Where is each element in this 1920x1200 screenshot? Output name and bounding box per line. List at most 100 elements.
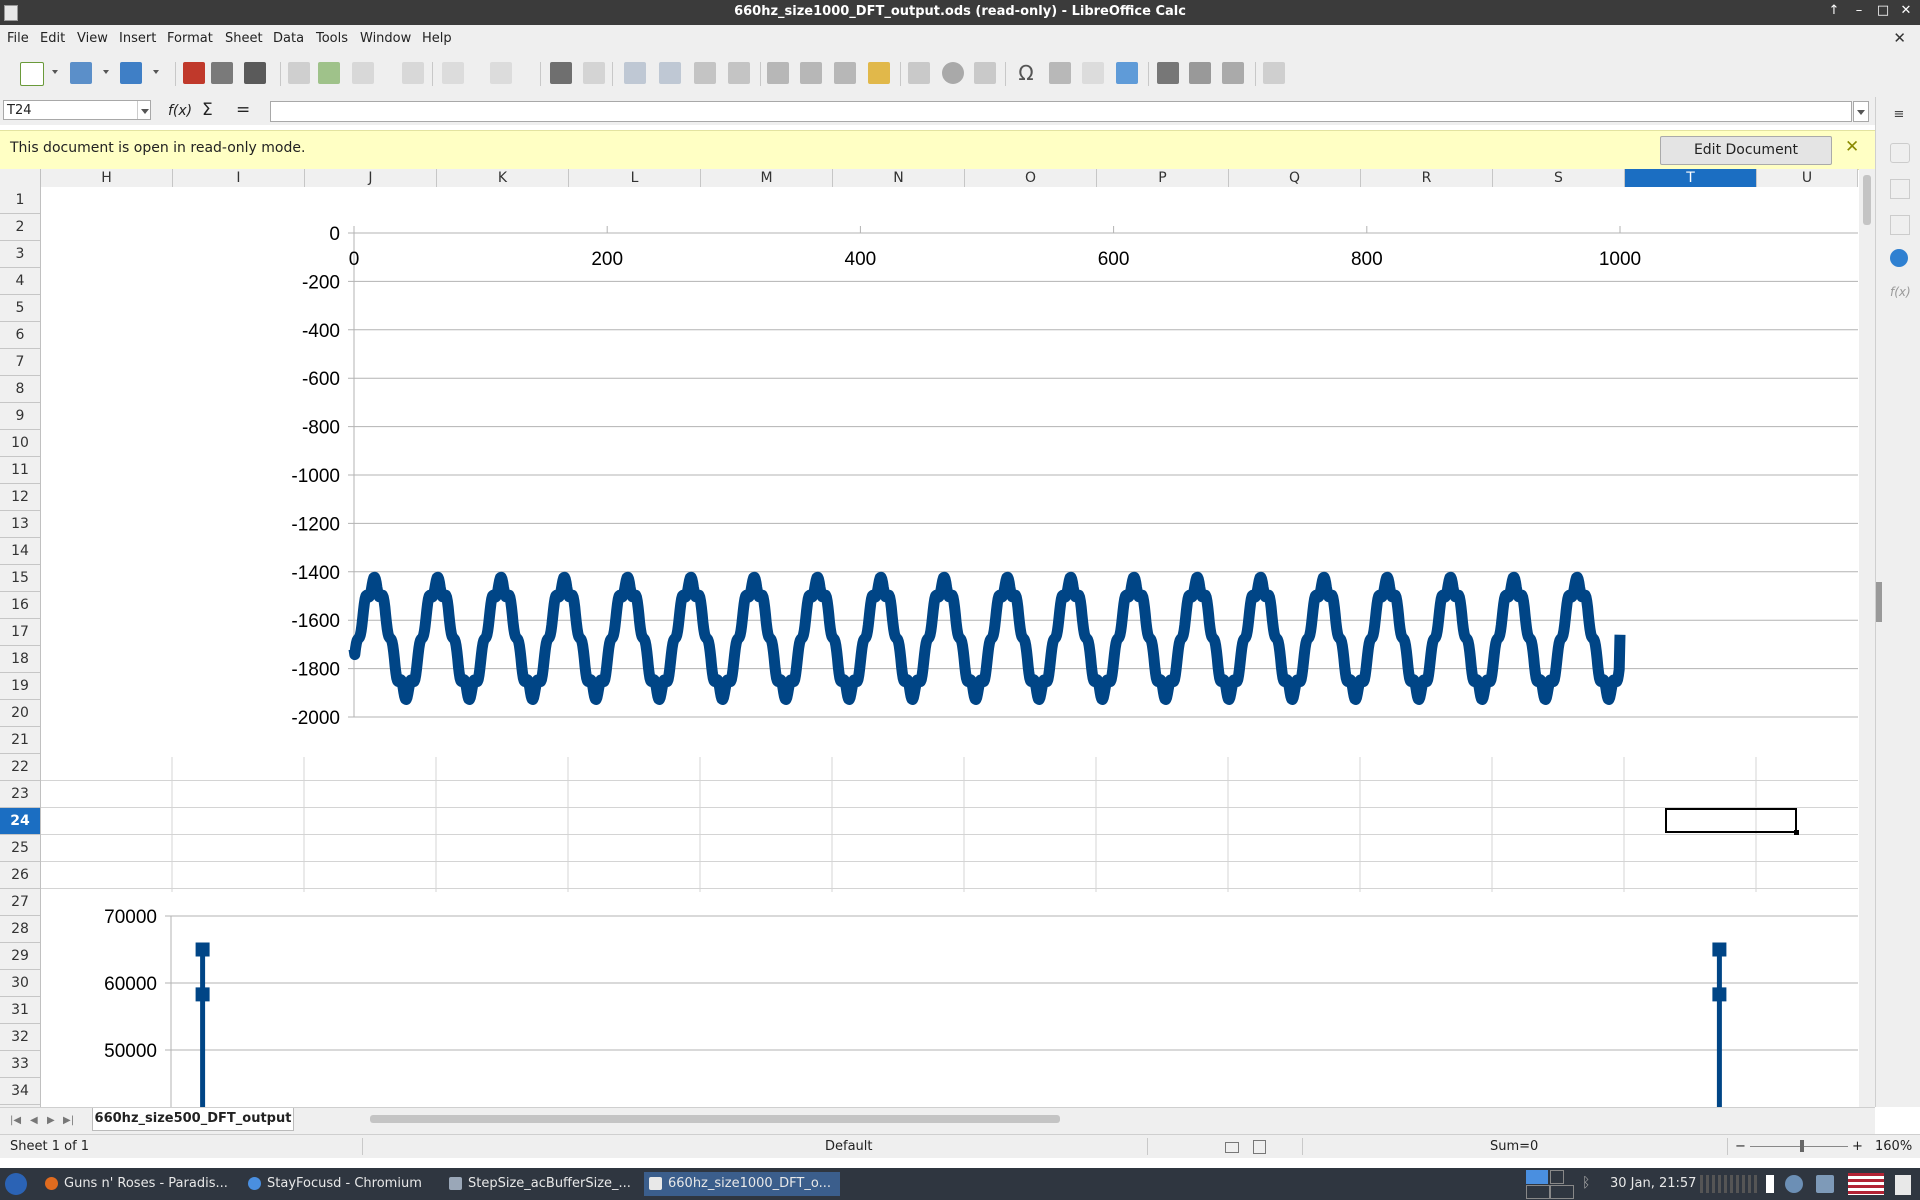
name-box[interactable]: T24 [3, 100, 151, 120]
row-header[interactable]: 11 [0, 457, 40, 484]
save-dropdown-icon[interactable] [153, 70, 159, 74]
select-all-corner[interactable] [0, 169, 41, 187]
properties-icon[interactable] [1890, 143, 1910, 163]
row-header[interactable]: 5 [0, 295, 40, 322]
row-header[interactable]: 18 [0, 646, 40, 673]
waveform-chart[interactable]: 0 -200 -400 -600 -800 -1000 -1200 -1400 -1600 -18… [41, 187, 1858, 772]
workspace-1-icon[interactable] [1526, 1170, 1548, 1184]
column-header-selected[interactable]: T [1625, 169, 1757, 187]
menu-view[interactable]: View [77, 31, 108, 46]
menu-edit[interactable]: Edit [40, 31, 65, 46]
clone-formatting-icon[interactable] [402, 62, 424, 84]
row-header[interactable]: 14 [0, 538, 40, 565]
column-header[interactable]: R [1361, 169, 1493, 187]
row-header[interactable]: 25 [0, 835, 40, 862]
horizontal-scroll-thumb[interactable] [370, 1115, 1060, 1123]
clock[interactable]: 30 Jan, 21:57 [1610, 1176, 1696, 1191]
row-header[interactable]: 20 [0, 700, 40, 727]
menu-data[interactable]: Data [273, 31, 304, 46]
keyboard-layout-flag-icon[interactable] [1848, 1173, 1884, 1195]
workspace-3-icon[interactable] [1526, 1185, 1550, 1199]
row-header[interactable]: 33 [0, 1051, 40, 1078]
menu-window[interactable]: Window [360, 31, 411, 46]
column-header[interactable]: Q [1229, 169, 1361, 187]
row-header[interactable]: 32 [0, 1024, 40, 1051]
undo-icon[interactable] [442, 62, 464, 84]
volume-icon[interactable] [1766, 1175, 1774, 1193]
sum-icon[interactable]: Σ [202, 100, 213, 120]
formula-equals-icon[interactable]: = [236, 100, 250, 120]
autofilter-icon[interactable] [868, 62, 890, 84]
sort-ascending-icon[interactable] [800, 62, 822, 84]
row-header[interactable]: 27 [0, 889, 40, 916]
headers-footers-icon[interactable] [1116, 62, 1138, 84]
gallery-icon[interactable] [1890, 215, 1910, 235]
zoom-slider-knob[interactable] [1800, 1140, 1804, 1152]
zoom-out-icon[interactable]: − [1735, 1139, 1746, 1154]
row-header[interactable]: 13 [0, 511, 40, 538]
row-header[interactable]: 31 [0, 997, 40, 1024]
taskbar-task-chromium[interactable]: StayFocusd - Chromium [243, 1172, 433, 1196]
sidebar-collapse-handle[interactable] [1876, 582, 1882, 622]
previous-sheet-icon[interactable]: ◀ [30, 1115, 38, 1126]
row-header[interactable]: 23 [0, 781, 40, 808]
column-header[interactable]: H [41, 169, 173, 187]
save-icon[interactable] [120, 62, 142, 84]
find-replace-icon[interactable] [550, 62, 572, 84]
hyperlink-icon[interactable] [1049, 62, 1071, 84]
freeze-rows-columns-icon[interactable] [1189, 62, 1211, 84]
open-folder-icon[interactable] [70, 62, 92, 84]
comment-icon[interactable] [1082, 62, 1104, 84]
column-header[interactable]: N [833, 169, 965, 187]
column-header[interactable]: U [1757, 169, 1858, 187]
row-header[interactable]: 29 [0, 943, 40, 970]
spelling-icon[interactable] [583, 62, 605, 84]
next-sheet-icon[interactable]: ▶ [47, 1115, 55, 1126]
styles-icon[interactable] [1890, 179, 1910, 199]
row-header[interactable]: 28 [0, 916, 40, 943]
new-dropdown-icon[interactable] [52, 70, 58, 74]
column-header[interactable]: L [569, 169, 701, 187]
taskbar-task-firefox[interactable]: Guns n' Roses - Paradis... [40, 1172, 240, 1196]
zoom-in-icon[interactable]: + [1852, 1139, 1863, 1154]
dft-magnitude-chart[interactable]: 70000600005000040000 [41, 892, 1858, 1107]
navigator-icon[interactable] [1890, 249, 1908, 267]
cut-icon[interactable] [288, 62, 310, 84]
row-header[interactable]: 2 [0, 214, 40, 241]
column-header[interactable]: P [1097, 169, 1229, 187]
name-box-dropdown-icon[interactable] [137, 101, 152, 119]
row-icon[interactable] [624, 62, 646, 84]
taskbar-task-calc[interactable]: 660hz_size1000_DFT_o... [644, 1172, 840, 1196]
minimize-button[interactable]: – [1849, 3, 1869, 21]
column-header[interactable]: K [437, 169, 569, 187]
column-header[interactable]: O [965, 169, 1097, 187]
menu-file[interactable]: File [7, 31, 29, 46]
chromium-tray-icon[interactable] [1785, 1175, 1803, 1193]
export-pdf-icon[interactable] [183, 62, 205, 84]
window-up-icon[interactable]: ↑ [1824, 3, 1844, 21]
paste-icon[interactable] [352, 62, 374, 84]
notes-icon[interactable] [1895, 1175, 1911, 1195]
column-header[interactable]: M [701, 169, 833, 187]
close-window-button[interactable]: ✕ [1896, 3, 1916, 21]
row-header[interactable]: 34 [0, 1078, 40, 1105]
column-icon[interactable] [659, 62, 681, 84]
pivot-table-icon[interactable] [974, 62, 996, 84]
sort-descending-icon[interactable] [834, 62, 856, 84]
row-header[interactable]: 12 [0, 484, 40, 511]
maximize-button[interactable]: □ [1873, 3, 1893, 21]
sort-icon[interactable] [767, 62, 789, 84]
row-header[interactable]: 22 [0, 754, 40, 781]
open-dropdown-icon[interactable] [103, 70, 109, 74]
row-header[interactable]: 3 [0, 241, 40, 268]
functions-icon[interactable]: f(x) [1890, 285, 1911, 303]
sheet-tab[interactable]: 660hz_size500_DFT_output [92, 1108, 294, 1131]
expand-formula-bar-icon[interactable] [1853, 101, 1869, 122]
vertical-scroll-thumb[interactable] [1863, 175, 1871, 225]
row-header[interactable]: 9 [0, 403, 40, 430]
last-sheet-icon[interactable]: ▶| [63, 1115, 74, 1126]
row-header[interactable]: 7 [0, 349, 40, 376]
split-window-icon[interactable] [1222, 62, 1244, 84]
row-header[interactable]: 19 [0, 673, 40, 700]
column-header[interactable]: S [1493, 169, 1625, 187]
